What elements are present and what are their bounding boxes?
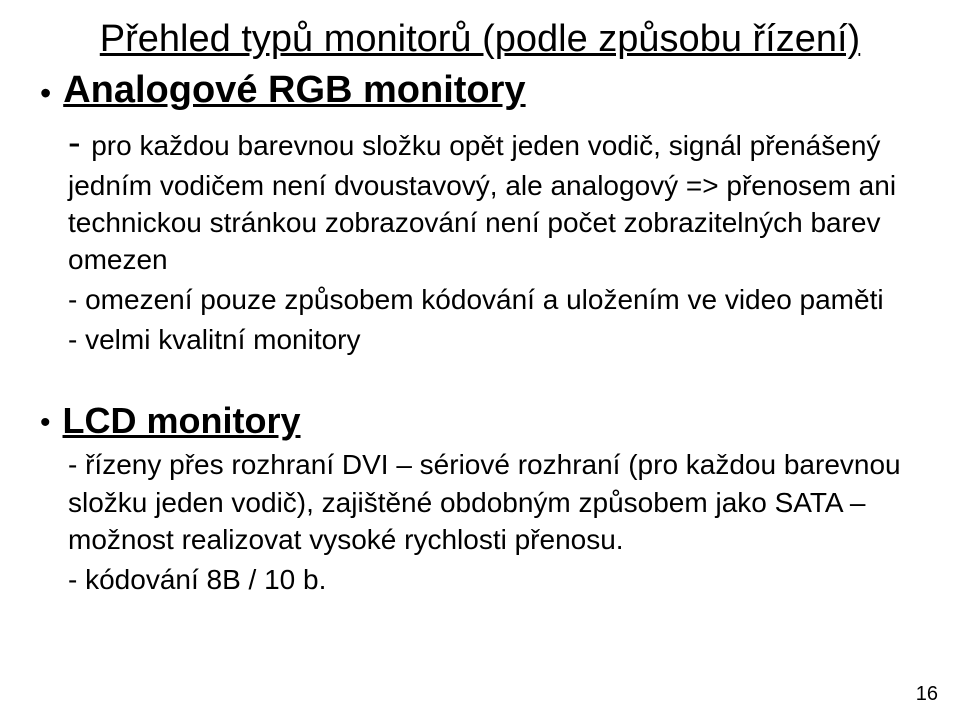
section-analog-limited: - omezení pouze způsobem kódování a ulož… (68, 281, 920, 319)
section-analog-quality: - velmi kvalitní monitory (68, 321, 920, 359)
bullet-icon: • (40, 77, 51, 109)
page-number: 16 (916, 683, 938, 706)
section-analog-lead: - pro každou barevnou složku opět jeden … (68, 118, 920, 279)
section-analog-lead-text: pro každou barevnou složku opět jeden vo… (68, 130, 896, 275)
slide-page: Přehled typů monitorů (podle způsobu říz… (0, 0, 960, 618)
section-analog-heading-row: • Analogové RGB monitory (40, 69, 920, 112)
section-analog-heading: Analogové RGB monitory (63, 69, 525, 112)
section-lcd-heading-row: • LCD monitory (40, 400, 920, 442)
bullet-icon: • (40, 408, 51, 438)
section-lcd-coding: - kódování 8B / 10 b. (68, 561, 920, 599)
dash-icon: - (68, 122, 91, 164)
page-title: Přehled typů monitorů (podle způsobu říz… (40, 18, 920, 61)
section-lcd-heading: LCD monitory (63, 400, 301, 442)
section-lcd-lead: - řízeny přes rozhraní DVI – sériové roz… (68, 446, 920, 559)
